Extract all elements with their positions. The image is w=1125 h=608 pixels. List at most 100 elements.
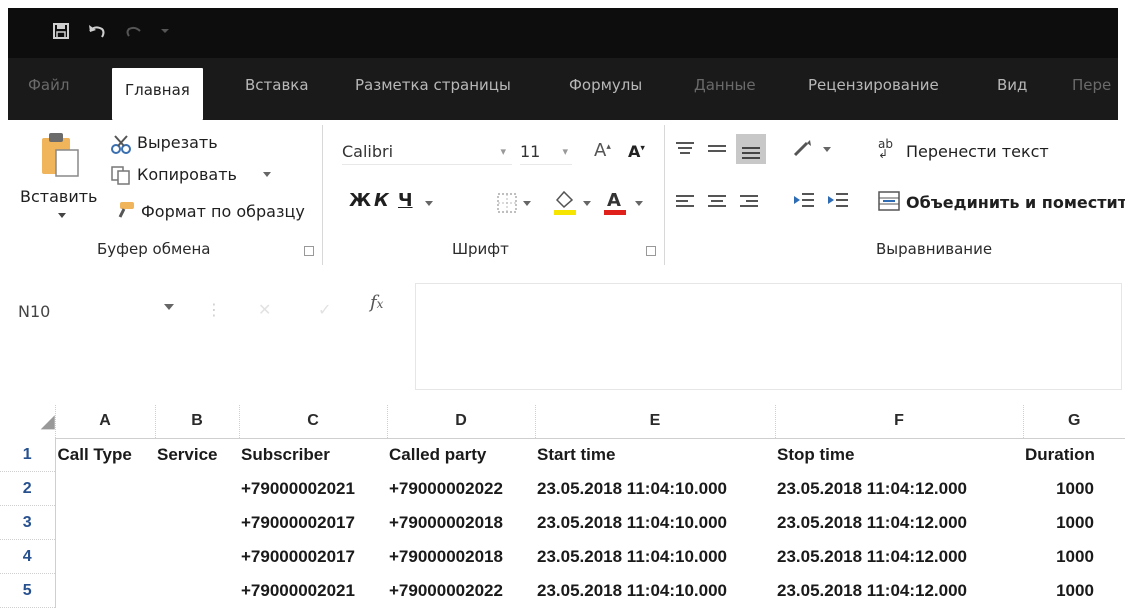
- fill-color-dropdown-icon[interactable]: [582, 200, 592, 208]
- tab-page-layout[interactable]: Разметка страницы: [355, 76, 511, 94]
- format-painter-button[interactable]: Формат по образцу: [141, 202, 305, 221]
- undo-icon[interactable]: [86, 22, 108, 40]
- cell[interactable]: 1000: [1023, 506, 1125, 540]
- cell[interactable]: 1000: [1023, 574, 1125, 608]
- cell[interactable]: 23.05.2018 11:04:10.000: [535, 506, 775, 540]
- cell[interactable]: +79000002021: [239, 472, 387, 506]
- cell[interactable]: 23.05.2018 11:04:12.000: [775, 472, 1023, 506]
- name-box-dropdown-icon[interactable]: [163, 302, 175, 312]
- cancel-formula-icon[interactable]: ✕: [258, 300, 271, 319]
- row-header[interactable]: 3: [0, 505, 56, 540]
- font-color-dropdown-icon[interactable]: [634, 200, 644, 208]
- increase-indent-icon[interactable]: [826, 191, 850, 211]
- clipboard-dialog-launcher-icon[interactable]: [304, 246, 314, 256]
- copy-button[interactable]: Копировать: [137, 165, 237, 184]
- name-box[interactable]: N10: [18, 302, 50, 321]
- insert-function-icon[interactable]: fx: [370, 292, 383, 313]
- align-bottom-icon[interactable]: [736, 134, 766, 164]
- cell[interactable]: 1000: [1023, 472, 1125, 506]
- tab-file[interactable]: Файл: [28, 76, 69, 94]
- wrap-text-button[interactable]: Перенести текст: [906, 142, 1049, 161]
- customize-qat-icon[interactable]: [160, 26, 170, 36]
- cell[interactable]: [155, 540, 239, 574]
- cell[interactable]: +79000002018: [387, 506, 535, 540]
- paste-icon[interactable]: [38, 130, 82, 180]
- cell[interactable]: Service: [155, 438, 239, 472]
- fill-color-icon[interactable]: [552, 188, 578, 216]
- font-dialog-launcher-icon[interactable]: [646, 246, 656, 256]
- copy-dropdown-icon[interactable]: [262, 171, 272, 179]
- align-center-icon[interactable]: [706, 193, 728, 211]
- column-header[interactable]: B: [154, 405, 239, 439]
- cell[interactable]: +79000002017: [239, 540, 387, 574]
- font-color-icon[interactable]: A: [602, 188, 628, 216]
- select-all-corner[interactable]: ◢: [0, 405, 55, 438]
- column-header[interactable]: A: [54, 405, 155, 439]
- cell[interactable]: 1000: [1023, 540, 1125, 574]
- align-middle-icon[interactable]: [706, 140, 728, 158]
- redo-icon[interactable]: [124, 23, 144, 39]
- tab-review[interactable]: Рецензирование: [808, 76, 939, 94]
- decrease-font-size-icon[interactable]: A▾: [628, 142, 645, 161]
- underline-dropdown-icon[interactable]: [424, 200, 434, 208]
- orientation-icon[interactable]: [792, 138, 820, 158]
- column-header[interactable]: G: [1022, 405, 1125, 439]
- cell[interactable]: 23.05.2018 11:04:12.000: [775, 574, 1023, 608]
- bold-button[interactable]: Ж: [349, 190, 371, 211]
- cell[interactable]: +79000002018: [387, 540, 535, 574]
- paste-button[interactable]: Вставить: [20, 187, 97, 206]
- column-header[interactable]: C: [238, 405, 387, 439]
- cell[interactable]: [155, 506, 239, 540]
- tab-home[interactable]: Главная: [112, 68, 203, 120]
- column-header[interactable]: E: [534, 405, 775, 439]
- cell[interactable]: Start time: [535, 438, 775, 472]
- tab-view[interactable]: Вид: [997, 76, 1027, 94]
- tab-formulas[interactable]: Формулы: [569, 76, 642, 94]
- cut-button[interactable]: Вырезать: [137, 133, 218, 152]
- cell[interactable]: [155, 472, 239, 506]
- cell[interactable]: [55, 506, 155, 540]
- borders-dropdown-icon[interactable]: [522, 200, 532, 208]
- align-left-icon[interactable]: [674, 193, 696, 211]
- cell[interactable]: Duration: [1023, 438, 1125, 472]
- cell[interactable]: Subscriber: [239, 438, 387, 472]
- cell[interactable]: 23.05.2018 11:04:12.000: [775, 506, 1023, 540]
- tab-insert[interactable]: Вставка: [245, 76, 309, 94]
- save-icon[interactable]: [52, 22, 70, 40]
- decrease-indent-icon[interactable]: [792, 191, 816, 211]
- cell[interactable]: Stop time: [775, 438, 1023, 472]
- cell[interactable]: [55, 472, 155, 506]
- cell[interactable]: [55, 540, 155, 574]
- cell[interactable]: +79000002022: [387, 472, 535, 506]
- merge-center-button[interactable]: Объединить и поместить: [906, 193, 1125, 212]
- tab-more[interactable]: Пере: [1072, 76, 1111, 94]
- cell[interactable]: Call Type: [55, 438, 155, 472]
- borders-icon[interactable]: [496, 192, 518, 214]
- cell[interactable]: [155, 574, 239, 608]
- cell[interactable]: +79000002017: [239, 506, 387, 540]
- cell[interactable]: 23.05.2018 11:04:12.000: [775, 540, 1023, 574]
- cell[interactable]: +79000002022: [387, 574, 535, 608]
- align-right-icon[interactable]: [738, 193, 760, 211]
- cell[interactable]: Called party: [387, 438, 535, 472]
- italic-button[interactable]: К: [374, 190, 389, 211]
- cell[interactable]: 23.05.2018 11:04:10.000: [535, 472, 775, 506]
- paste-dropdown-icon[interactable]: [57, 212, 67, 220]
- row-header[interactable]: 2: [0, 471, 56, 506]
- column-header[interactable]: D: [386, 405, 535, 439]
- cell[interactable]: +79000002021: [239, 574, 387, 608]
- cell[interactable]: 23.05.2018 11:04:10.000: [535, 574, 775, 608]
- font-size-select[interactable]: 11 ▾: [520, 140, 572, 165]
- row-header[interactable]: 4: [0, 539, 56, 574]
- cell[interactable]: 23.05.2018 11:04:10.000: [535, 540, 775, 574]
- tab-data[interactable]: Данные: [694, 76, 756, 94]
- increase-font-size-icon[interactable]: A▴: [594, 140, 611, 161]
- align-top-icon[interactable]: [674, 140, 696, 158]
- enter-formula-icon[interactable]: ✓: [318, 300, 331, 319]
- orientation-dropdown-icon[interactable]: [822, 146, 832, 154]
- row-header[interactable]: 1: [0, 438, 56, 472]
- row-header[interactable]: 5: [0, 573, 56, 608]
- formula-input[interactable]: [415, 283, 1122, 390]
- cell[interactable]: [55, 574, 155, 608]
- font-family-select[interactable]: Calibri ▾: [342, 140, 512, 165]
